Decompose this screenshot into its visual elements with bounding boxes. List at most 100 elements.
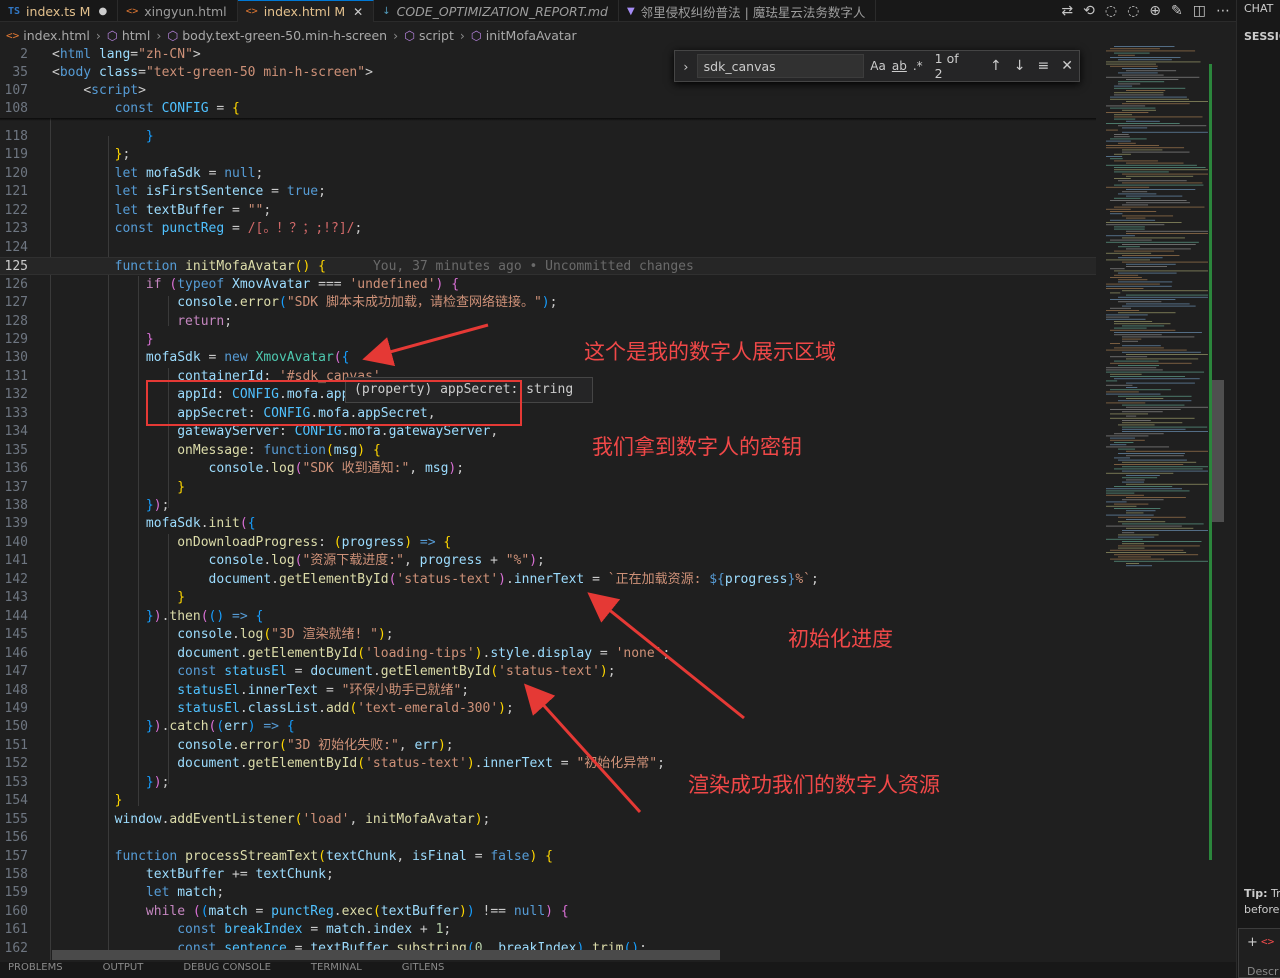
line-number[interactable]: 161 (0, 921, 28, 939)
code-line[interactable]: 128 return; (0, 313, 1096, 331)
more-actions-icon[interactable]: ⋯ (1216, 3, 1230, 19)
code-line[interactable]: 124 (0, 239, 1096, 257)
line-number[interactable]: 153 (0, 774, 28, 792)
line-number[interactable]: 129 (0, 331, 28, 349)
line-number[interactable]: 108 (0, 100, 28, 118)
sticky-scroll-line[interactable]: 107 <script> (0, 82, 1096, 100)
line-number[interactable]: 152 (0, 755, 28, 773)
tab-index-ts[interactable]: TS index.ts M ● (0, 0, 119, 22)
line-number[interactable]: 149 (0, 700, 28, 718)
breadcrumb-body[interactable]: body.text-green-50.min-h-screen (182, 28, 387, 43)
panel-tab-problems[interactable]: PROBLEMS (8, 962, 63, 978)
line-number[interactable]: 154 (0, 792, 28, 810)
line-number[interactable]: 127 (0, 294, 28, 312)
toggle-replace-icon[interactable]: › (675, 59, 697, 74)
code-line[interactable]: 143 } (0, 589, 1096, 607)
line-number[interactable]: 128 (0, 313, 28, 331)
line-number[interactable]: 146 (0, 645, 28, 663)
code-line[interactable]: 126 if (typeof XmovAvatar === 'undefined… (0, 276, 1096, 294)
unsaved-dot-icon[interactable]: ● (98, 6, 107, 17)
code-line[interactable]: 145 console.log("3D 渲染就绪! "); (0, 626, 1096, 644)
line-number[interactable]: 159 (0, 884, 28, 902)
line-number[interactable]: 147 (0, 663, 28, 681)
open-in-browser-icon[interactable]: ⊕ (1149, 3, 1161, 19)
line-number[interactable]: 148 (0, 682, 28, 700)
code-line[interactable]: 125 function initMofaAvatar() { You, 37 … (0, 257, 1096, 276)
line-number[interactable]: 151 (0, 737, 28, 755)
add-context-icon[interactable]: + (1247, 935, 1258, 950)
find-in-selection-icon[interactable]: ≡ (1038, 58, 1050, 74)
tab-code-optimization-report[interactable]: ↓ CODE_OPTIMIZATION_REPORT.md (374, 0, 619, 22)
close-icon[interactable]: ✕ (353, 5, 363, 19)
line-number[interactable]: 132 (0, 386, 28, 404)
line-number[interactable]: 141 (0, 552, 28, 570)
line-number[interactable]: 121 (0, 183, 28, 201)
line-number[interactable]: 158 (0, 866, 28, 884)
code-line[interactable]: 158 textBuffer += textChunk; (0, 866, 1096, 884)
next-change-icon[interactable]: ◌ (1127, 3, 1139, 19)
code-line[interactable]: 149 statusEl.classList.add('text-emerald… (0, 700, 1096, 718)
code-line[interactable]: 121 let isFirstSentence = true; (0, 183, 1096, 201)
line-number[interactable]: 162 (0, 940, 28, 958)
panel-tab-terminal[interactable]: TERMINAL (311, 962, 362, 978)
code-line[interactable]: 140 onDownloadProgress: (progress) => { (0, 534, 1096, 552)
split-editor-icon[interactable]: ◫ (1193, 3, 1206, 19)
line-number[interactable]: 143 (0, 589, 28, 607)
code-line[interactable]: 151 console.error("3D 初始化失败:", err); (0, 737, 1096, 755)
line-number[interactable]: 140 (0, 534, 28, 552)
next-match-icon[interactable]: ↓ (1014, 58, 1026, 74)
compare-changes-icon[interactable]: ⇄ (1061, 3, 1073, 19)
panel-tab-debug-console[interactable]: DEBUG CONSOLE (183, 962, 271, 978)
horizontal-scrollbar[interactable] (52, 950, 720, 960)
breadcrumb-script[interactable]: script (419, 28, 454, 43)
line-number[interactable]: 138 (0, 497, 28, 515)
line-number[interactable]: 160 (0, 903, 28, 921)
panel-tab-output[interactable]: OUTPUT (103, 962, 144, 978)
breadcrumb-function[interactable]: initMofaAvatar (486, 28, 577, 43)
code-line[interactable]: 118 } (0, 128, 1096, 146)
gitlens-icon[interactable]: ✎ (1171, 3, 1183, 19)
code-line[interactable]: 138 }); (0, 497, 1096, 515)
line-number[interactable]: 136 (0, 460, 28, 478)
line-number[interactable]: 126 (0, 276, 28, 294)
line-number[interactable]: 133 (0, 405, 28, 423)
line-number[interactable]: 134 (0, 423, 28, 441)
code-line[interactable]: 135 onMessage: function(msg) { (0, 442, 1096, 460)
line-number[interactable]: 155 (0, 811, 28, 829)
code-line[interactable]: 157 function processStreamText(textChunk… (0, 848, 1096, 866)
code-line[interactable]: 136 console.log("SDK 收到通知:", msg); (0, 460, 1096, 478)
panel-tab-gitlens[interactable]: GITLENS (402, 962, 445, 978)
code-line[interactable]: 144 }).then(() => { (0, 608, 1096, 626)
line-number[interactable]: 125 (0, 258, 28, 276)
previous-change-icon[interactable]: ◌ (1105, 3, 1117, 19)
tab-index-html[interactable]: <> index.html M ✕ (237, 0, 375, 22)
use-regex-toggle[interactable]: .* (913, 59, 923, 73)
code-line[interactable]: 142 document.getElementById('status-text… (0, 571, 1096, 589)
previous-match-icon[interactable]: ↑ (990, 58, 1002, 74)
minimap[interactable] (1096, 46, 1212, 960)
code-line[interactable]: 141 console.log("资源下载进度:", progress + "%… (0, 552, 1096, 570)
breadcrumb-file[interactable]: index.html (23, 28, 90, 43)
code-context-icon[interactable]: <> (1261, 935, 1274, 948)
line-number[interactable]: 35 (0, 64, 28, 82)
timeline-icon[interactable]: ⟲ (1083, 3, 1095, 19)
line-number[interactable]: 120 (0, 165, 28, 183)
line-number[interactable]: 130 (0, 349, 28, 367)
line-number[interactable]: 135 (0, 442, 28, 460)
code-line[interactable]: 160 while ((match = punctReg.exec(textBu… (0, 903, 1096, 921)
code-line[interactable]: 146 document.getElementById('loading-tip… (0, 645, 1096, 663)
line-number[interactable]: 150 (0, 718, 28, 736)
line-number[interactable]: 139 (0, 515, 28, 533)
code-line[interactable]: 139 mofaSdk.init({ (0, 515, 1096, 533)
line-number[interactable]: 118 (0, 128, 28, 146)
line-number[interactable]: 123 (0, 220, 28, 238)
code-line[interactable]: 159 let match; (0, 884, 1096, 902)
line-number[interactable]: 137 (0, 479, 28, 497)
line-number[interactable]: 124 (0, 239, 28, 257)
code-line[interactable]: 150 }).catch((err) => { (0, 718, 1096, 736)
line-number[interactable]: 2 (0, 46, 28, 64)
match-case-toggle[interactable]: Aa (870, 59, 886, 73)
chat-title[interactable]: CHAT (1244, 2, 1273, 15)
code-line[interactable]: 161 const breakIndex = match.index + 1; (0, 921, 1096, 939)
match-whole-word-toggle[interactable]: ab (892, 59, 907, 73)
